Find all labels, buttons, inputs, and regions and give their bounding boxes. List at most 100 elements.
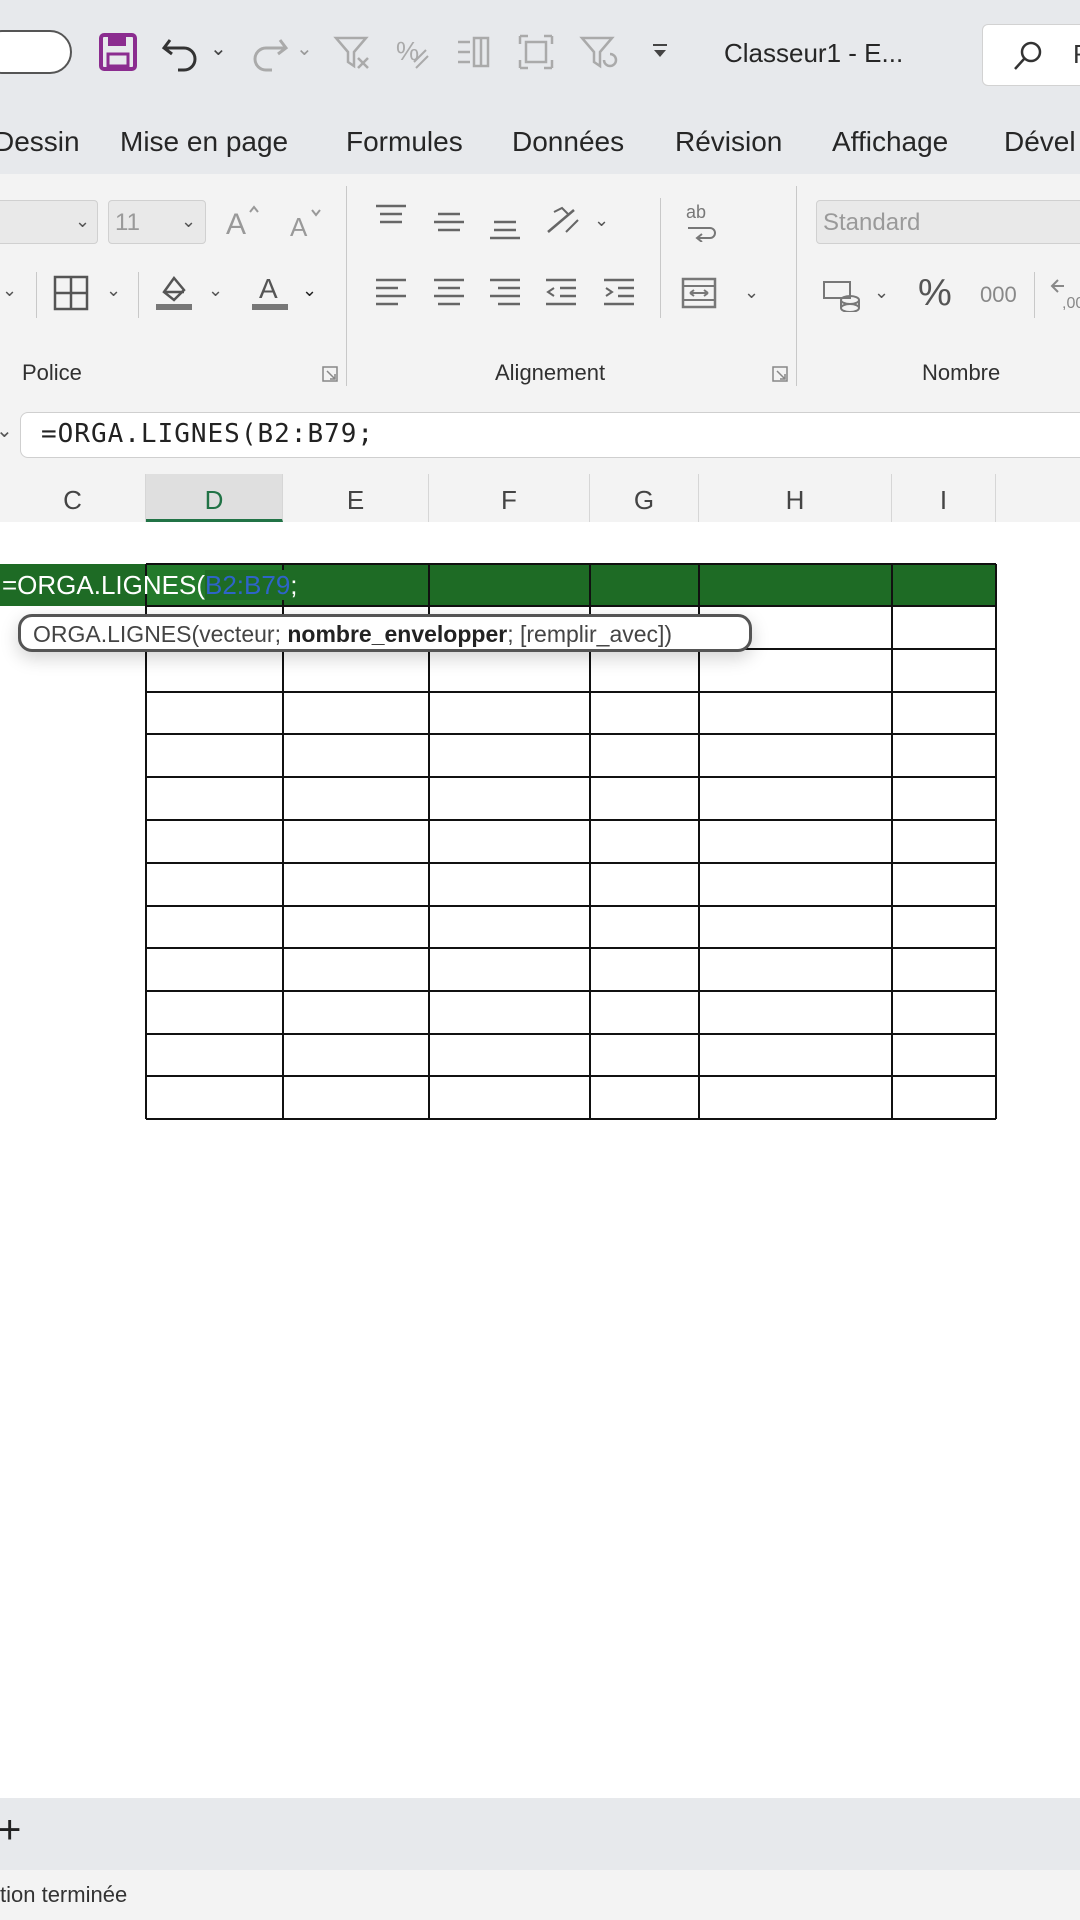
chevron-down-icon[interactable]: ⌄ xyxy=(208,280,223,301)
quick-access-toolbar: ⌄ ⌄ % Classeur1 - E... R xyxy=(0,0,1080,108)
formula-bar: ⌄ =ORGA.LIGNES(B2:B79; xyxy=(0,392,1080,474)
tooltip-remaining-arguments: ; [remplir_avec]) xyxy=(507,621,673,647)
svg-text:A: A xyxy=(226,208,246,241)
svg-text:ab: ab xyxy=(686,202,706,222)
divider xyxy=(660,198,661,318)
tab-formules[interactable]: Formules xyxy=(346,126,463,158)
fit-selection-icon[interactable] xyxy=(516,32,556,72)
dialog-launcher-icon[interactable] xyxy=(770,364,790,384)
number-format-value: Standard xyxy=(823,209,921,236)
chevron-down-icon[interactable]: ⌄ xyxy=(744,282,759,303)
borders-icon[interactable] xyxy=(52,274,90,312)
name-box-partial[interactable] xyxy=(0,30,72,74)
status-text: tion terminée xyxy=(0,1882,128,1907)
sheet-tab-bar: + xyxy=(0,1798,1080,1870)
divider xyxy=(1034,272,1035,318)
tab-dessin[interactable]: Dessin xyxy=(0,126,80,158)
tab-affichage[interactable]: Affichage xyxy=(832,126,948,158)
column-header-d[interactable]: D xyxy=(146,474,283,522)
percent-style-button[interactable]: % xyxy=(918,272,952,315)
chevron-down-icon[interactable]: ⌄ xyxy=(106,280,121,301)
tab-mise-en-page[interactable]: Mise en page xyxy=(120,126,288,158)
divider xyxy=(138,272,139,318)
font-color-icon[interactable]: A xyxy=(250,270,290,312)
search-box[interactable]: R xyxy=(982,24,1080,86)
column-header-j[interactable] xyxy=(996,474,1080,522)
chevron-down-icon[interactable]: ⌄ xyxy=(874,282,889,303)
align-right-icon[interactable] xyxy=(488,276,522,310)
increase-decimal-icon[interactable]: ,00 xyxy=(1048,274,1080,314)
divider xyxy=(36,272,37,318)
tab-developpeur[interactable]: Dével xyxy=(1004,126,1076,158)
tooltip-current-argument: nombre_envelopper xyxy=(287,621,508,647)
font-name-dropdown[interactable]: ⌄ xyxy=(0,200,98,244)
chevron-down-icon[interactable]: ⌄ xyxy=(594,210,609,231)
format-columns-icon[interactable] xyxy=(454,32,494,72)
accounting-format-icon[interactable] xyxy=(822,276,862,312)
ribbon-menu-tabs: Dessin Mise en page Formules Données Rév… xyxy=(0,108,1080,174)
tab-donnees[interactable]: Données xyxy=(512,126,624,158)
align-bottom-icon[interactable] xyxy=(488,210,522,244)
column-header-c[interactable]: C xyxy=(0,474,146,522)
column-header-h[interactable]: H xyxy=(699,474,892,522)
search-icon xyxy=(1014,41,1042,70)
search-label: R xyxy=(1073,39,1080,70)
align-center-icon[interactable] xyxy=(432,276,466,310)
cell-formula-reference: B2:B79 xyxy=(205,570,291,600)
group-label-alignement: Alignement xyxy=(495,360,606,385)
column-headers: C D E F G H I xyxy=(0,474,1080,523)
name-box-chevron-icon[interactable]: ⌄ xyxy=(0,418,13,443)
cell-formula-prefix: =ORGA.LIGNES( xyxy=(2,570,205,600)
status-bar: tion terminée xyxy=(0,1870,1080,1920)
column-header-e[interactable]: E xyxy=(283,474,429,522)
wrap-text-icon[interactable]: ab xyxy=(680,200,722,242)
undo-icon[interactable] xyxy=(160,32,202,72)
dialog-launcher-icon[interactable] xyxy=(320,364,340,384)
increase-font-size-icon[interactable]: A xyxy=(224,202,264,242)
svg-text:A: A xyxy=(259,273,278,304)
divider xyxy=(346,186,347,386)
active-cell-editor[interactable]: =ORGA.LIGNES(B2:B79; xyxy=(2,568,298,602)
decrease-indent-icon[interactable] xyxy=(544,276,578,310)
thousands-separator-button[interactable]: 000 xyxy=(980,282,1017,308)
redo-icon[interactable] xyxy=(248,32,290,72)
tooltip-function-signature: ORGA.LIGNES(vecteur; xyxy=(33,621,288,647)
svg-text:A: A xyxy=(290,212,308,242)
column-header-f[interactable]: F xyxy=(429,474,590,522)
group-label-nombre: Nombre xyxy=(922,360,1001,385)
merge-center-icon[interactable] xyxy=(680,274,718,312)
align-middle-icon[interactable] xyxy=(432,206,466,240)
orientation-icon[interactable] xyxy=(544,202,584,238)
font-size-value: 11 xyxy=(115,209,140,236)
number-format-dropdown[interactable]: Standard xyxy=(816,200,1080,244)
chevron-down-icon: ⌄ xyxy=(75,211,91,231)
group-label-police: Police xyxy=(22,360,82,385)
align-top-icon[interactable] xyxy=(374,202,408,236)
column-header-g[interactable]: G xyxy=(590,474,699,522)
function-tooltip: ORGA.LIGNES(vecteur; nombre_envelopper; … xyxy=(18,614,752,652)
font-size-dropdown[interactable]: 11 ⌄ xyxy=(108,200,206,244)
save-icon[interactable] xyxy=(98,32,138,72)
percent-style-icon[interactable]: % xyxy=(392,32,432,72)
decrease-font-size-icon[interactable]: A xyxy=(288,204,328,244)
column-header-i[interactable]: I xyxy=(892,474,996,522)
refresh-filter-icon[interactable] xyxy=(578,32,620,72)
fill-color-icon[interactable] xyxy=(154,270,194,312)
cell-formula-suffix: ; xyxy=(290,570,298,600)
clear-filter-icon[interactable] xyxy=(332,32,372,72)
undo-dropdown-chevron-icon[interactable]: ⌄ xyxy=(210,36,227,61)
worksheet-grid[interactable]: =ORGA.LIGNES(B2:B79; ORGA.LIGNES(vecteur… xyxy=(0,522,1080,1798)
add-sheet-button[interactable]: + xyxy=(0,1808,21,1853)
window-title: Classeur1 - E... xyxy=(724,38,904,68)
customize-toolbar-icon[interactable] xyxy=(650,42,670,62)
chevron-down-icon[interactable]: ⌄ xyxy=(2,280,17,301)
chevron-down-icon: ⌄ xyxy=(181,211,197,231)
ribbon: ⌄ 11 ⌄ A A ⌄ ⌄ ⌄ A ⌄ Police ⌄ ab ⌄ Align… xyxy=(0,174,1080,393)
tab-revision[interactable]: Révision xyxy=(675,126,782,158)
divider xyxy=(796,186,797,386)
increase-indent-icon[interactable] xyxy=(602,276,636,310)
formula-input[interactable]: =ORGA.LIGNES(B2:B79; xyxy=(20,412,1080,458)
chevron-down-icon[interactable]: ⌄ xyxy=(302,280,317,301)
redo-dropdown-chevron-icon[interactable]: ⌄ xyxy=(296,36,313,61)
align-left-icon[interactable] xyxy=(374,276,408,310)
